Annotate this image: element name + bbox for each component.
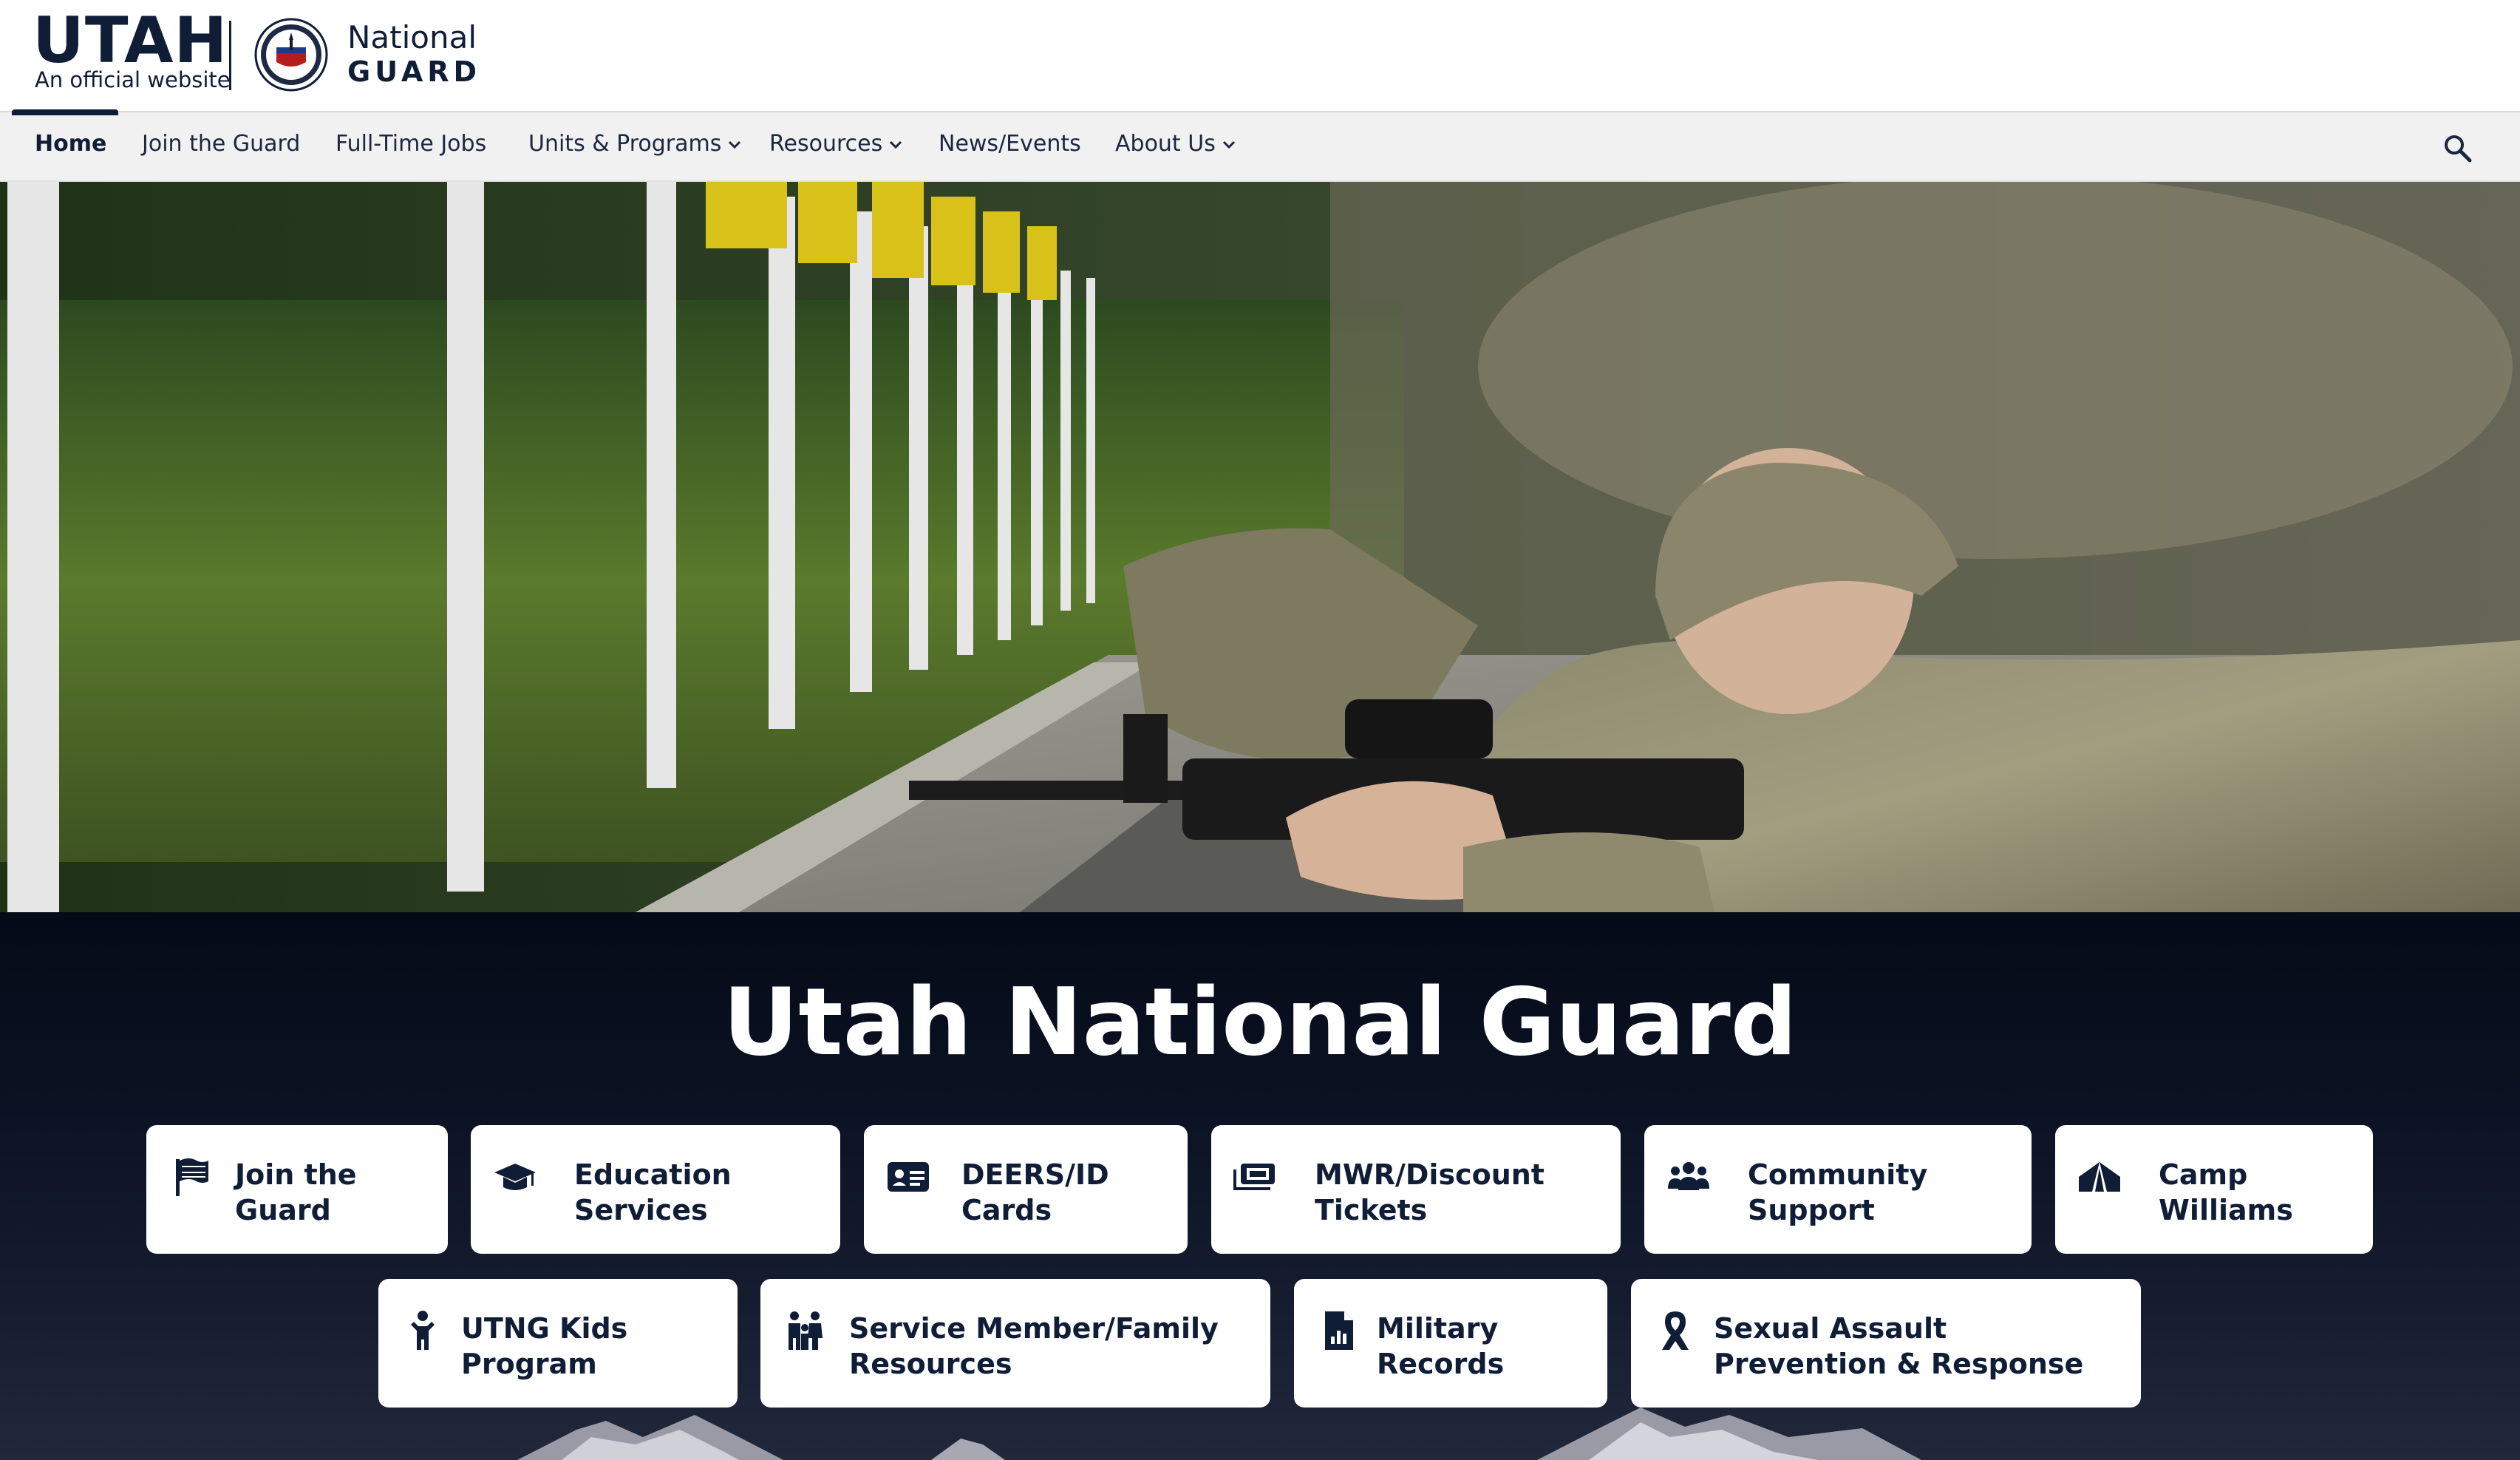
agency-name-line2: GUARD <box>347 55 482 88</box>
chevron-down-icon <box>890 140 902 149</box>
quick-link-label: Community Support <box>1748 1158 1928 1226</box>
site-header: UTAH An official website National GUARD <box>0 0 2520 112</box>
search-icon[interactable] <box>2442 133 2472 163</box>
people-group-icon <box>1668 1162 1709 1190</box>
id-card-icon <box>888 1162 929 1192</box>
nav-item-label: About Us <box>1115 131 1216 157</box>
nav-item-units-programs[interactable]: Units & Programs <box>528 133 742 155</box>
quick-link-deers-id-cards[interactable]: DEERS/ID Cards <box>864 1125 1188 1254</box>
nav-item-label: Full-Time Jobs <box>336 131 487 157</box>
flag-icon <box>176 1158 208 1196</box>
quick-link-label: MWR/Discount Tickets <box>1315 1158 1545 1226</box>
official-website-text: An official website <box>35 67 231 92</box>
nav-item-label: Home <box>35 131 107 157</box>
chevron-down-icon <box>1222 140 1235 149</box>
quick-link-label: Sexual Assault Prevention & Response <box>1714 1312 2084 1380</box>
nav-item-label: News/Events <box>939 131 1081 157</box>
quick-links-section: Utah National Guard Join the Guard Educa… <box>0 912 2520 1460</box>
nav-item-label: Join the Guard <box>142 131 301 157</box>
quick-link-join-the-guard[interactable]: Join the Guard <box>146 1125 448 1254</box>
hero-image <box>0 182 2520 912</box>
quick-link-label: Join the Guard <box>235 1158 357 1226</box>
graduation-cap-icon <box>494 1164 536 1190</box>
quick-link-label: Service Member/Family Resources <box>849 1312 1219 1380</box>
nav-item-resources[interactable]: Resources <box>769 133 903 155</box>
quick-link-camp-williams[interactable]: Camp Williams <box>2055 1125 2373 1254</box>
quick-link-label: Camp Williams <box>2159 1158 2293 1226</box>
agency-name-line1: National <box>347 19 477 55</box>
nav-item-news-events[interactable]: News/Events <box>939 133 1081 155</box>
quick-link-education-services[interactable]: Education Services <box>471 1125 840 1254</box>
nav-item-label: Units & Programs <box>528 131 722 157</box>
quick-link-label: Education Services <box>574 1158 732 1226</box>
page-title: Utah National Guard <box>723 968 1797 1076</box>
nav-active-indicator <box>12 109 118 115</box>
utah-wordmark: UTAH <box>33 4 228 78</box>
nav-item-label: Resources <box>769 131 883 157</box>
hero-photo <box>0 182 2520 912</box>
tent-icon <box>2079 1162 2120 1192</box>
main-navigation: Home Join the Guard Full-Time Jobs Units… <box>0 112 2520 182</box>
child-icon <box>411 1311 435 1350</box>
nav-item-home[interactable]: Home <box>35 133 106 155</box>
quick-link-label: DEERS/ID Cards <box>961 1158 1109 1226</box>
nav-item-join-the-guard[interactable]: Join the Guard <box>142 133 300 155</box>
quick-link-label: Military Records <box>1377 1312 1505 1380</box>
file-chart-icon <box>1325 1311 1353 1350</box>
chevron-down-icon <box>729 140 741 149</box>
quick-link-label: UTNG Kids Program <box>461 1312 628 1380</box>
quick-link-community-support[interactable]: Community Support <box>1644 1125 2032 1254</box>
nav-item-about-us[interactable]: About Us <box>1115 133 1236 155</box>
ribbon-icon <box>1662 1311 1689 1350</box>
nav-item-full-time-jobs[interactable]: Full-Time Jobs <box>336 133 486 155</box>
national-guard-seal-icon[interactable] <box>254 18 328 92</box>
quick-link-mwr-discount-tickets[interactable]: MWR/Discount Tickets <box>1211 1125 1621 1254</box>
family-icon <box>789 1311 823 1350</box>
mountain-silhouette <box>517 1408 1921 1460</box>
logo-divider <box>229 21 231 90</box>
tickets-icon <box>1233 1164 1275 1190</box>
